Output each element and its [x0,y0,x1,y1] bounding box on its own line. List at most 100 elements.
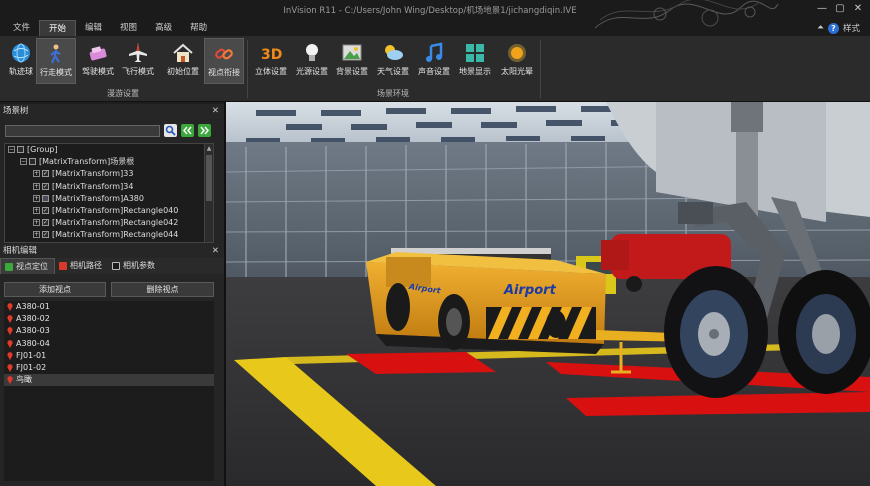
tab-camera-params[interactable]: 相机参数 [108,258,161,274]
tree-row[interactable]: − [Group] [5,144,213,156]
light-settings-button[interactable]: 光源设置 [292,38,332,84]
3d-viewport[interactable]: Airport Airport [226,102,870,486]
style-menu[interactable]: 样式 [843,22,860,34]
tab-camera-path[interactable]: 相机路径 [55,258,108,274]
tree-row[interactable]: +[MatrixTransform]Rectangle042 [5,217,213,229]
list-item[interactable]: A380-01 [4,301,214,313]
help-icon[interactable]: ? [827,22,839,34]
tree-row[interactable]: +[MatrixTransform]Rectangle040 [5,205,213,217]
next-result-button[interactable] [198,124,211,137]
expand-icon[interactable]: + [33,219,40,227]
tree-row[interactable]: +[MatrixTransform]33 [5,168,213,180]
tree-row[interactable]: + [MatrixTransform]A380 [5,193,213,205]
weather-settings-button[interactable]: 天气设置 [373,38,413,84]
viewpoint-list: A380-01 A380-02 A380-03 A380-04 FJ01-01 … [4,301,214,481]
tree-checkbox[interactable] [42,231,49,239]
tug-airport-label: Airport [503,283,557,298]
background-settings-button[interactable]: 背景设置 [332,38,372,84]
minimize-button[interactable]: — [814,2,830,16]
tree-row[interactable]: +[MatrixTransform]34 [5,181,213,193]
weather-icon [385,45,403,60]
menu-help[interactable]: 帮助 [181,20,216,36]
search-button[interactable] [164,124,177,137]
map-pin-icon [7,339,13,348]
path-icon [59,262,67,270]
previous-result-button[interactable] [181,124,194,137]
tree-checkbox[interactable] [29,158,36,166]
expand-icon[interactable]: + [33,206,40,214]
map-pin-icon [7,315,13,324]
sun-halo-button[interactable]: 太阳光晕 [497,38,537,84]
close-icon[interactable]: ✕ [212,244,219,258]
globe-icon [12,43,30,63]
menu-advanced[interactable]: 高级 [146,20,181,36]
home-icon [173,43,193,62]
drive-mode-button[interactable]: 驾驶模式 [78,38,118,84]
scroll-thumb[interactable] [206,155,212,201]
ribbon-collapse-icon[interactable]: ⏶ [817,23,824,33]
scene-tree-search-input[interactable] [5,125,160,137]
picture-icon [342,44,362,61]
tour-group-label: 漫游设置 [107,89,139,98]
scene-tree: −[Group] −[MatrixTransform]场景根 +[MatrixT… [4,143,214,243]
walk-mode-button[interactable]: 行走模式 [36,38,76,84]
expand-icon[interactable]: + [33,170,40,178]
3d-icon: 3D [261,47,282,63]
camera-tabs: 视点定位 相机路径 相机参数 [0,258,224,274]
camera-icon [112,262,120,270]
list-item[interactable]: A380-04 [4,338,214,350]
menu-edit[interactable]: 编辑 [76,20,111,36]
menu-file[interactable]: 文件 [4,20,39,36]
plane-icon [129,43,147,62]
fly-mode-button[interactable]: 飞行模式 [118,38,158,84]
list-item[interactable]: FJ01-01 [4,350,214,362]
double-left-arrow-icon [183,126,192,135]
terrain-display-button[interactable]: 地景显示 [455,38,495,84]
viewpoint-link-button[interactable]: 视点衔接 [204,38,244,84]
list-item[interactable]: 鸟瞰 [4,374,214,387]
map-pin-icon [7,376,13,385]
list-item[interactable]: A380-02 [4,313,214,325]
collapse-icon[interactable]: − [8,146,15,153]
ribbon: 轨迹球 行走模式 驾驶模式 飞行模式 初始位置 视点衔接 3D 立体设置 光源设… [0,36,870,102]
delete-viewpoint-button[interactable]: 删除视点 [111,282,214,297]
tree-row[interactable]: − [MatrixTransform]场景根 [5,156,213,168]
expand-icon[interactable]: + [33,182,40,190]
trackball-button[interactable]: 轨迹球 [1,38,41,84]
tree-checkbox[interactable] [42,182,49,190]
tree-scrollbar[interactable]: ▲ [204,144,213,242]
tree-checkbox[interactable] [42,219,49,227]
tab-viewpoint-locate[interactable]: 视点定位 [0,258,55,274]
tree-row[interactable]: +[MatrixTransform]Rectangle044 [5,229,213,241]
airport-scene-render: Airport Airport [226,102,870,486]
stereo-settings-button[interactable]: 3D 立体设置 [251,38,291,84]
sound-settings-button[interactable]: 声音设置 [414,38,454,84]
scene-group-label: 场景环境 [377,89,409,98]
tree-checkbox[interactable] [17,146,24,153]
walker-icon [50,44,61,64]
menu-bar: 文件 开始 编辑 视图 高级 帮助 [4,20,216,36]
camera-edit-panel: 视点定位 相机路径 相机参数 添加视点 删除视点 A380-01 A380-02… [0,258,224,486]
expand-icon[interactable]: + [33,194,40,202]
music-note-icon [426,42,443,62]
close-icon[interactable]: ✕ [212,104,219,118]
initial-position-button[interactable]: 初始位置 [163,38,203,84]
menu-start[interactable]: 开始 [39,20,77,36]
collapse-icon[interactable]: − [20,158,27,166]
menu-view[interactable]: 视图 [111,20,146,36]
close-button[interactable]: ✕ [850,2,866,16]
tree-checkbox[interactable] [42,194,49,202]
pin-icon [5,262,13,271]
window-title: InVision R11 - C:/Users/John Wing/Deskto… [283,6,577,16]
sun-icon [508,44,526,62]
list-item[interactable]: A380-03 [4,325,214,337]
list-item[interactable]: FJ01-02 [4,362,214,374]
tree-checkbox[interactable] [42,206,49,214]
scene-tree-panel: −[Group] −[MatrixTransform]场景根 +[MatrixT… [0,118,224,244]
scroll-up-icon[interactable]: ▲ [205,144,213,153]
add-viewpoint-button[interactable]: 添加视点 [4,282,106,297]
map-pin-icon [7,303,13,312]
expand-icon[interactable]: + [33,231,40,239]
tree-checkbox[interactable] [42,170,49,178]
maximize-button[interactable]: ▢ [832,2,848,16]
